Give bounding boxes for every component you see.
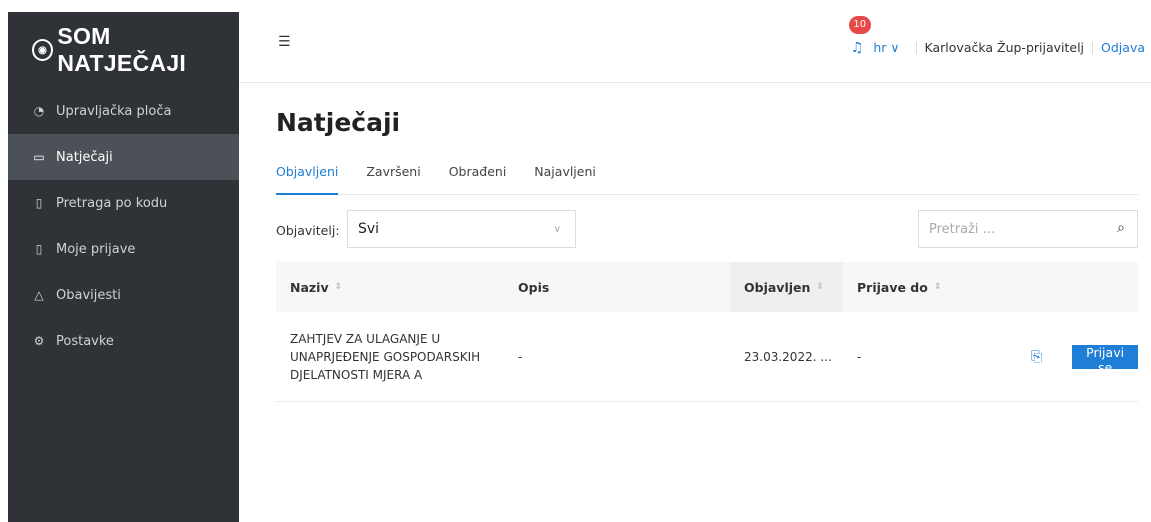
dashboard-icon: ◔ (33, 104, 45, 118)
cell-objavljen: 23.03.2022. ... (744, 349, 832, 364)
sidebar-item-label: Obavijesti (56, 287, 121, 303)
notifications-button[interactable]: ♫ 10 (848, 15, 871, 56)
apply-button[interactable]: Prijavi se (1072, 344, 1138, 375)
search-icon[interactable]: ⌕ (1117, 220, 1125, 236)
sort-icon: ⇕ (816, 282, 824, 292)
user-name: Karlovačka Žup-prijavitelj (924, 40, 1085, 55)
column-header-label: Opis (518, 279, 550, 295)
tab-published[interactable]: Objavljeni (276, 158, 339, 195)
tenders-table: Naziv ⇕ Opis Objavljen ⇕ Prijave do ⇕ ZA… (276, 262, 1138, 402)
gear-icon: ⚙ (33, 334, 45, 348)
sidebar-item-natjecaji[interactable]: ▭ Natječaji (8, 134, 239, 180)
document-icon: ▯ (35, 242, 43, 256)
column-header-opis: Opis (504, 262, 730, 312)
chevron-down-icon: ∨ (553, 223, 561, 235)
column-header-label: Objavljen (744, 279, 811, 295)
table-row: ZAHTJEV ZA ULAGANJE U UNAPRJEĐENJE GOSPO… (276, 312, 1138, 402)
column-header-objavljen[interactable]: Objavljen ⇕ (730, 262, 843, 312)
sidebar-item-label: Natječaji (56, 149, 113, 165)
column-header-label: Naziv (290, 279, 329, 295)
search-box: ⌕ (918, 210, 1138, 248)
bell-icon: ♫ (850, 39, 864, 56)
publisher-select[interactable]: Svi ∨ (347, 210, 576, 248)
search-input[interactable] (929, 221, 1099, 237)
publisher-select-value: Svi (358, 221, 380, 237)
logo-icon: ◉ (32, 39, 54, 61)
sidebar-item-dashboard[interactable]: ◔ Upravljačka ploča (8, 88, 239, 134)
column-header-actions (1003, 262, 1138, 312)
top-header: ☰ ♫ 10 hr ∨ Karlovačka Žup-prijavitelj O… (239, 12, 1151, 83)
cell-prijave-do: - (857, 349, 862, 364)
cell-opis: - (518, 349, 523, 364)
tab-announced[interactable]: Najavljeni (534, 158, 596, 195)
header-right: ♫ 10 hr ∨ Karlovačka Žup-prijavitelj Odj… (848, 12, 1145, 83)
sidebar-item-label: Pretraga po kodu (56, 195, 168, 211)
sort-icon: ⇕ (933, 282, 942, 292)
sidebar: ◉ SOM NATJEČAJI ◔ Upravljačka ploča ▭ Na… (8, 12, 239, 522)
sidebar-item-label: Upravljačka ploča (56, 103, 172, 119)
page-title: Natječaji (276, 108, 401, 137)
notification-count-badge: 10 (848, 15, 871, 34)
brand-logo[interactable]: ◉ SOM NATJEČAJI (8, 12, 239, 88)
sidebar-item-label: Postavke (56, 333, 114, 349)
sidebar-item-notifications[interactable]: △ Obavijesti (8, 272, 239, 318)
tab-bar: Objavljeni Završeni Obrađeni Najavljeni (276, 158, 1138, 195)
sidebar-item-code-search[interactable]: ▯ Pretraga po kodu (8, 180, 239, 226)
pdf-icon[interactable]: ⎘ (1031, 349, 1042, 365)
file-search-icon: ▯ (35, 196, 43, 210)
cell-naziv: ZAHTJEV ZA ULAGANJE U UNAPRJEĐENJE GOSPO… (290, 331, 481, 382)
language-selector[interactable]: hr ∨ (873, 40, 899, 55)
folder-icon: ▭ (33, 150, 45, 164)
bell-icon: △ (34, 288, 44, 302)
menu-collapse-icon[interactable]: ☰ (278, 34, 291, 50)
divider (1092, 41, 1094, 54)
cell-actions: ⎘ Prijavi se (1003, 344, 1138, 375)
column-header-label: Prijave do (857, 279, 928, 295)
logout-link[interactable]: Odjava (1101, 40, 1145, 55)
sort-icon: ⇕ (334, 282, 343, 292)
divider (915, 41, 917, 54)
sidebar-item-settings[interactable]: ⚙ Postavke (8, 318, 239, 364)
publisher-filter-label: Objavitelj: (276, 223, 340, 238)
sidebar-item-label: Moje prijave (56, 241, 136, 257)
sidebar-item-my-applications[interactable]: ▯ Moje prijave (8, 226, 239, 272)
brand-name: SOM NATJEČAJI (57, 23, 187, 76)
column-header-naziv[interactable]: Naziv ⇕ (276, 262, 504, 312)
tab-finished[interactable]: Završeni (366, 158, 420, 195)
table-header: Naziv ⇕ Opis Objavljen ⇕ Prijave do ⇕ (276, 262, 1138, 312)
column-header-prijave-do[interactable]: Prijave do ⇕ (843, 262, 1003, 312)
tab-processed[interactable]: Obrađeni (449, 158, 507, 195)
